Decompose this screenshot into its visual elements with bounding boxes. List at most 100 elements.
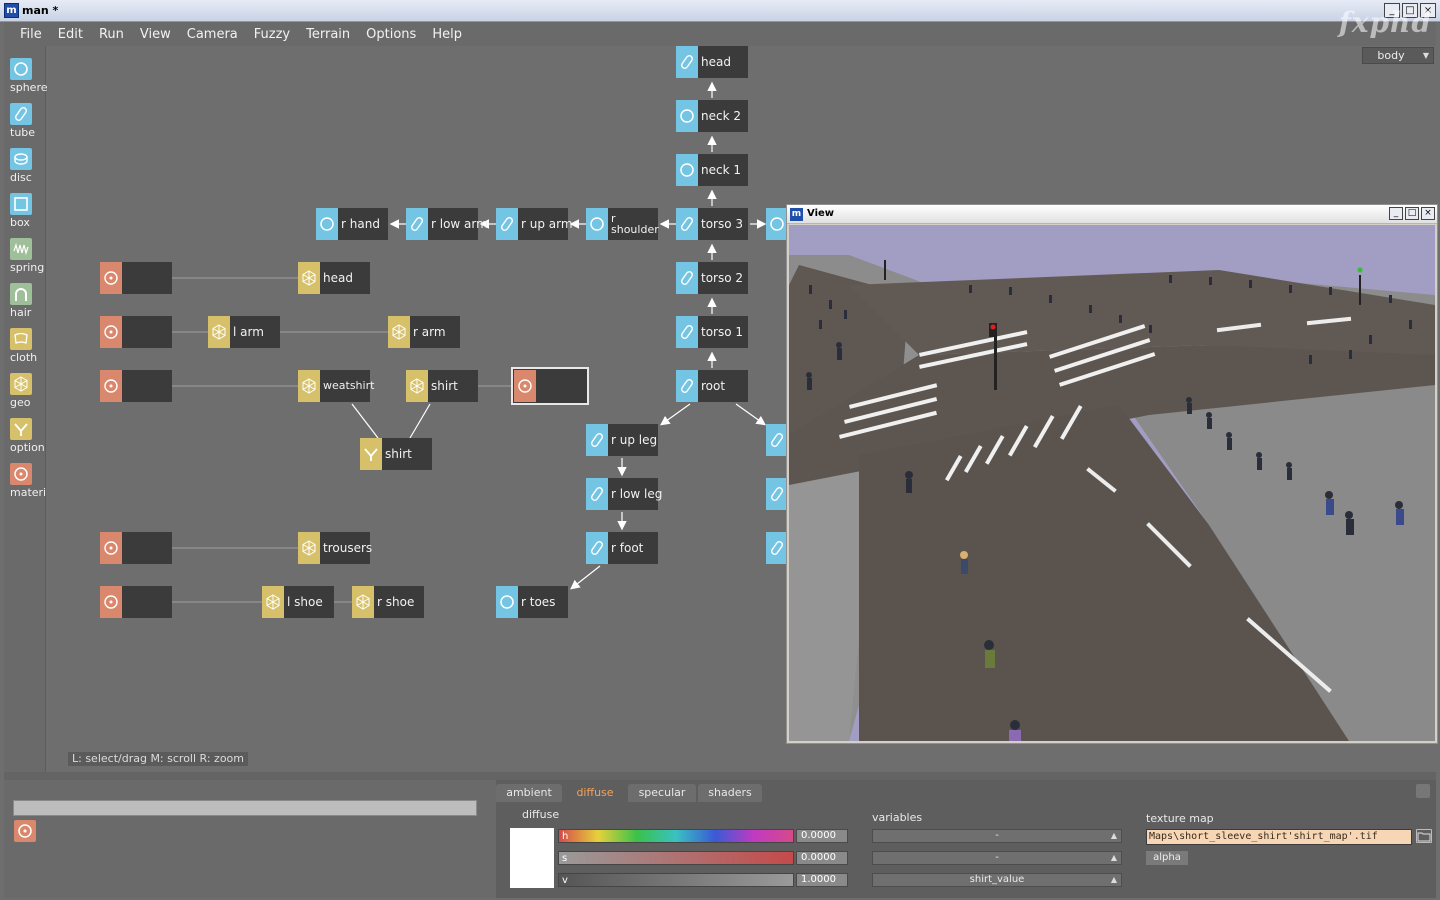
saturation-variable-select[interactable]: - ▲ — [872, 851, 1122, 865]
node-root[interactable]: root — [676, 370, 748, 402]
node-r-hand[interactable]: r hand — [316, 208, 388, 240]
node-geo-shirt[interactable]: shirt — [406, 370, 478, 402]
node-label: weatshirt — [323, 379, 375, 392]
node-r-foot[interactable]: r foot — [586, 532, 658, 564]
node-r-low-arm[interactable]: r low arm — [406, 208, 488, 240]
palette-sphere[interactable]: sphere — [10, 58, 50, 94]
time-slider[interactable] — [13, 800, 477, 816]
material-editor: ambient diffuse specular shaders diffuse… — [496, 780, 1436, 898]
palette-geo[interactable]: geo — [10, 373, 50, 409]
tab-specular[interactable]: specular — [628, 784, 696, 802]
palette-cloth[interactable]: cloth — [10, 328, 50, 364]
menu-terrain[interactable]: Terrain — [306, 27, 350, 42]
material-button[interactable] — [14, 820, 36, 842]
node-label: r low leg — [611, 487, 663, 501]
node-geo-l-arm[interactable]: l arm — [208, 316, 280, 348]
tab-shaders[interactable]: shaders — [698, 784, 762, 802]
context-dropdown[interactable]: body ▼ — [1362, 47, 1434, 64]
node-material[interactable] — [100, 532, 172, 564]
node-r-toes[interactable]: r toes — [496, 586, 568, 618]
menu-camera[interactable]: Camera — [187, 27, 238, 42]
node-geo-r-arm[interactable]: r arm — [388, 316, 460, 348]
node-torso-1[interactable]: torso 1 — [676, 316, 748, 348]
hue-variable-select[interactable]: - ▲ — [872, 829, 1122, 843]
view-title-bar[interactable]: m View _ □ × — [787, 205, 1437, 224]
menu-run[interactable]: Run — [99, 27, 124, 42]
hue-slider[interactable]: h — [558, 829, 794, 843]
node-r-up-leg[interactable]: r up leg — [586, 424, 658, 456]
node-l-up-leg-partial[interactable] — [766, 424, 788, 456]
menu-fuzzy[interactable]: Fuzzy — [254, 27, 290, 42]
node-torso-3[interactable]: torso 3 — [676, 208, 748, 240]
palette-box[interactable]: box — [10, 193, 50, 229]
node-l-foot-partial[interactable] — [766, 532, 788, 564]
node-option-shirt[interactable]: shirt — [360, 438, 432, 470]
menu-options[interactable]: Options — [366, 27, 416, 42]
3d-viewport[interactable] — [789, 225, 1435, 741]
node-head-segment[interactable]: head — [676, 46, 748, 78]
geo-icon — [406, 370, 428, 402]
palette-tube[interactable]: tube — [10, 103, 50, 139]
menu-file[interactable]: File — [20, 27, 42, 42]
node-label: r hand — [341, 217, 380, 231]
tube-icon — [586, 424, 608, 456]
tab-diffuse[interactable]: diffuse — [564, 784, 626, 802]
menu-edit[interactable]: Edit — [58, 27, 83, 42]
spring-icon — [10, 238, 32, 260]
texture-map-input[interactable]: Maps\short_sleeve_shirt'shirt_map'.tif — [1146, 829, 1412, 845]
node-geo-head[interactable]: head — [298, 262, 370, 294]
node-geo-trousers[interactable]: trousers — [298, 532, 372, 564]
node-material-selected[interactable] — [511, 367, 589, 405]
material-icon — [18, 824, 32, 838]
value-value[interactable]: 1.0000 — [796, 873, 848, 887]
node-r-shoulder[interactable]: r shoulder — [586, 208, 659, 240]
view-close-button[interactable]: × — [1421, 207, 1435, 220]
node-material[interactable] — [100, 586, 172, 618]
saturation-slider[interactable]: s — [558, 851, 794, 865]
material-icon — [100, 262, 122, 294]
node-material[interactable] — [100, 316, 172, 348]
node-neck-2[interactable]: neck 2 — [676, 100, 748, 132]
variables-label: variables — [872, 811, 923, 824]
node-geo-r-shoe[interactable]: r shoe — [352, 586, 424, 618]
alpha-button[interactable]: alpha — [1146, 851, 1188, 865]
view-maximize-button[interactable]: □ — [1405, 207, 1419, 220]
node-geo-l-shoe[interactable]: l shoe — [262, 586, 334, 618]
palette-label: hair — [10, 306, 32, 319]
node-geo-weatshirt[interactable]: weatshirt — [298, 370, 374, 402]
node-l-shoulder-partial[interactable] — [766, 208, 788, 240]
node-r-up-arm[interactable]: r up arm — [496, 208, 573, 240]
lock-icon[interactable] — [1416, 784, 1430, 798]
node-r-low-leg[interactable]: r low leg — [586, 478, 662, 510]
node-label: root — [701, 379, 726, 393]
menu-view[interactable]: View — [140, 27, 171, 42]
node-material[interactable] — [100, 370, 172, 402]
hue-value[interactable]: 0.0000 — [796, 829, 848, 843]
palette-hair[interactable]: hair — [10, 283, 50, 319]
node-torso-2[interactable]: torso 2 — [676, 262, 748, 294]
chevron-down-icon: ▼ — [1422, 51, 1430, 60]
palette-material[interactable]: materi — [10, 463, 50, 499]
palette-disc[interactable]: disc — [10, 148, 50, 184]
sphere-icon — [676, 154, 698, 186]
value-slider[interactable]: v — [558, 873, 794, 887]
value-variable-select[interactable]: shirt_value ▲ — [872, 873, 1122, 887]
menu-help[interactable]: Help — [432, 27, 462, 42]
node-material[interactable] — [100, 262, 172, 294]
view-window[interactable]: m View _ □ × — [786, 204, 1438, 744]
palette-label: disc — [10, 171, 32, 184]
sphere-icon — [496, 586, 518, 618]
palette-label: sphere — [10, 81, 48, 94]
palette-spring[interactable]: spring — [10, 238, 50, 274]
view-minimize-button[interactable]: _ — [1389, 207, 1403, 220]
tab-ambient[interactable]: ambient — [496, 784, 562, 802]
color-swatch[interactable] — [510, 828, 554, 888]
saturation-value[interactable]: 0.0000 — [796, 851, 848, 865]
palette-option[interactable]: option — [10, 418, 50, 454]
folder-icon[interactable] — [1416, 829, 1432, 843]
node-l-low-leg-partial[interactable] — [766, 478, 788, 510]
node-label: head — [701, 55, 731, 69]
geo-icon — [298, 532, 320, 564]
node-neck-1[interactable]: neck 1 — [676, 154, 748, 186]
material-icon — [100, 532, 122, 564]
